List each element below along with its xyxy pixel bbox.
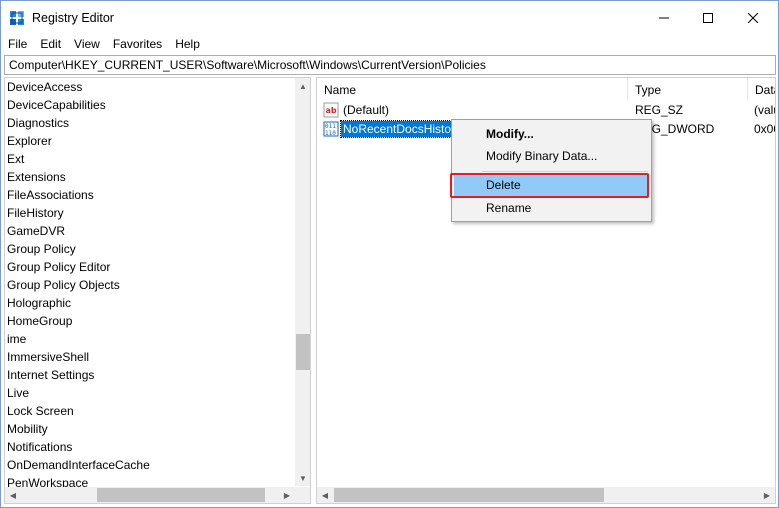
key-tree: DeviceAccess DeviceCapabilities Diagnostic… xyxy=(7,79,293,493)
scrollbar-corner xyxy=(295,487,310,503)
tree-horizontal-scroll-thumb[interactable] xyxy=(97,488,265,502)
tree-item[interactable]: Extensions xyxy=(7,169,293,187)
value-row-default[interactable]: ab (Default) REG_SZ (value not set) xyxy=(317,101,775,119)
tree-item[interactable]: Mobility xyxy=(7,421,293,439)
scroll-down-icon[interactable]: ▼ xyxy=(295,470,310,486)
values-horizontal-scrollbar[interactable]: ◀ ▶ xyxy=(317,487,775,503)
tree-item[interactable]: Live xyxy=(7,385,293,403)
tree-item[interactable]: Group Policy Objects xyxy=(7,277,293,295)
close-button[interactable] xyxy=(730,1,776,34)
tree-item[interactable]: Internet Settings xyxy=(7,367,293,385)
svg-text:011: 011 xyxy=(325,123,336,130)
value-data: 0x00000001 (1) xyxy=(754,122,775,136)
column-header-name[interactable]: Name xyxy=(317,78,628,100)
tree-vertical-scrollbar[interactable]: ▲ ▼ xyxy=(295,78,310,486)
column-header-data[interactable]: Data xyxy=(748,78,775,100)
svg-text:110: 110 xyxy=(325,130,336,137)
window-title: Registry Editor xyxy=(32,11,114,25)
maximize-button[interactable] xyxy=(685,1,731,34)
context-menu-modify[interactable]: Modify... xyxy=(454,123,649,145)
minimize-icon xyxy=(659,17,669,18)
column-header-type[interactable]: Type xyxy=(628,78,748,100)
registry-editor-icon xyxy=(10,11,24,25)
value-type: REG_SZ xyxy=(635,103,684,117)
key-tree-pane: DeviceAccess DeviceCapabilities Diagnostic… xyxy=(4,77,311,504)
menu-favorites[interactable]: Favorites xyxy=(106,34,168,54)
scroll-right-icon[interactable]: ▶ xyxy=(759,487,775,503)
title-bar: Registry Editor xyxy=(1,1,778,34)
context-menu-delete[interactable]: Delete xyxy=(454,174,649,196)
maximize-icon xyxy=(703,12,713,23)
tree-item[interactable]: DeviceCapabilities xyxy=(7,97,293,115)
string-value-icon: ab xyxy=(323,102,339,118)
tree-item[interactable]: OnDemandInterfaceCache xyxy=(7,457,293,475)
tree-item[interactable]: DeviceAccess xyxy=(7,79,293,97)
context-menu-rename[interactable]: Rename xyxy=(454,197,649,219)
scroll-right-icon[interactable]: ▶ xyxy=(279,487,295,503)
tree-item[interactable]: Group Policy xyxy=(7,241,293,259)
tree-item[interactable]: GameDVR xyxy=(7,223,293,241)
values-horizontal-scroll-thumb[interactable] xyxy=(334,488,604,502)
tree-item[interactable]: FileHistory xyxy=(7,205,293,223)
tree-item[interactable]: Explorer xyxy=(7,133,293,151)
context-menu-modify-binary[interactable]: Modify Binary Data... xyxy=(454,145,649,167)
close-icon xyxy=(748,12,758,23)
svg-text:ab: ab xyxy=(326,106,337,115)
scroll-left-icon[interactable]: ◀ xyxy=(317,487,333,503)
tree-item[interactable]: Lock Screen xyxy=(7,403,293,421)
address-bar[interactable]: Computer\HKEY_CURRENT_USER\Software\Micr… xyxy=(4,55,776,75)
tree-item[interactable]: Ext xyxy=(7,151,293,169)
dword-value-icon: 011 110 xyxy=(323,121,339,137)
tree-vertical-scroll-thumb[interactable] xyxy=(296,334,310,370)
tree-item[interactable]: ImmersiveShell xyxy=(7,349,293,367)
tree-item[interactable]: Notifications xyxy=(7,439,293,457)
value-name: (Default) xyxy=(343,103,390,117)
tree-horizontal-scrollbar[interactable]: ◀ ▶ xyxy=(5,487,295,503)
context-menu: Modify... Modify Binary Data... Delete R… xyxy=(451,119,652,222)
registry-editor-window: Registry Editor File Edit View Favorites… xyxy=(0,0,779,508)
tree-item[interactable]: Group Policy Editor xyxy=(7,259,293,277)
tree-item[interactable]: HomeGroup xyxy=(7,313,293,331)
menu-help[interactable]: Help xyxy=(168,34,206,54)
scroll-left-icon[interactable]: ◀ xyxy=(5,487,21,503)
value-data: (value not set) xyxy=(754,103,775,117)
tree-item[interactable]: Diagnostics xyxy=(7,115,293,133)
minimize-button[interactable] xyxy=(641,1,687,34)
tree-item[interactable]: ime xyxy=(7,331,293,349)
value-name-selected[interactable]: NoRecentDocsHistory xyxy=(340,120,466,138)
menu-file[interactable]: File xyxy=(1,34,33,54)
menu-view[interactable]: View xyxy=(67,34,106,54)
scroll-up-icon[interactable]: ▲ xyxy=(295,78,310,94)
tree-item[interactable]: FileAssociations xyxy=(7,187,293,205)
context-menu-separator xyxy=(482,171,648,172)
menu-edit[interactable]: Edit xyxy=(33,34,67,54)
tree-item[interactable]: Holographic xyxy=(7,295,293,313)
menu-bar: File Edit View Favorites Help xyxy=(1,34,778,54)
